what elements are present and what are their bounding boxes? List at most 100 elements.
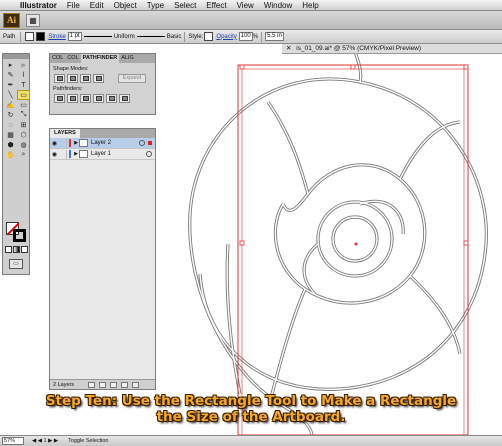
divide-button[interactable] bbox=[54, 94, 65, 103]
target-circle-icon[interactable] bbox=[146, 151, 152, 157]
tab-layers[interactable]: LAYERS bbox=[50, 129, 80, 138]
color-button[interactable] bbox=[5, 246, 12, 253]
brush-definition-label[interactable]: Basic bbox=[167, 34, 182, 40]
stroke-weight-field[interactable]: 1 pt bbox=[67, 32, 82, 41]
intersect-button[interactable] bbox=[80, 74, 91, 83]
rotate-tool-icon[interactable]: ↻ bbox=[4, 110, 17, 120]
eraser-tool-icon[interactable]: ▭ bbox=[17, 100, 30, 110]
new-sublayer-icon[interactable] bbox=[110, 381, 118, 388]
center-point bbox=[354, 242, 358, 246]
rectangle-tool-icon[interactable]: ▭ bbox=[17, 90, 30, 100]
variable-width-profile-label[interactable]: Uniform bbox=[114, 34, 135, 40]
merge-button[interactable] bbox=[80, 94, 91, 103]
pen-tool-icon[interactable]: ✒ bbox=[4, 80, 17, 90]
opacity-panel-link[interactable]: Opacity bbox=[216, 34, 236, 40]
expand-button[interactable]: Expand bbox=[118, 74, 146, 83]
menu-help[interactable]: Help bbox=[302, 1, 318, 10]
close-tab-icon[interactable]: ✕ bbox=[286, 45, 291, 52]
pathfinders-row bbox=[54, 94, 155, 103]
selection-tool-icon[interactable]: ▸ bbox=[4, 60, 17, 70]
menu-window[interactable]: Window bbox=[264, 1, 292, 10]
status-text[interactable]: Toggle Selection bbox=[68, 438, 108, 444]
arrange-documents-button[interactable]: ▦ bbox=[26, 13, 40, 27]
mesh-tool-icon[interactable]: ▦ bbox=[4, 130, 17, 140]
hand-tool-icon[interactable]: ✋ bbox=[4, 150, 17, 160]
delete-layer-icon[interactable] bbox=[132, 381, 140, 388]
gradient-button[interactable] bbox=[13, 246, 20, 253]
opacity-field[interactable]: 100 bbox=[238, 32, 253, 41]
warp-tool-icon[interactable]: ◌ bbox=[4, 120, 17, 130]
screen-mode-button[interactable]: ▭ bbox=[9, 259, 23, 269]
new-layer-icon[interactable] bbox=[121, 381, 129, 388]
zoom-level-field[interactable]: 57% bbox=[2, 437, 24, 445]
paintbrush-tool-icon[interactable]: ✍ bbox=[4, 100, 17, 110]
lock-toggle[interactable] bbox=[59, 149, 67, 159]
artboard-navigation[interactable]: ◀ ◀ 1 ▶ ▶ bbox=[32, 438, 58, 444]
menu-view[interactable]: View bbox=[237, 1, 254, 10]
document-title: is_01_09.ai* @ 57% (CMYK/Pixel Preview) bbox=[296, 45, 421, 52]
layers-footer: 2 Layers bbox=[50, 379, 155, 389]
menu-file[interactable]: File bbox=[67, 1, 80, 10]
magic-wand-tool-icon[interactable]: ✎ bbox=[4, 70, 17, 80]
layer-row[interactable]: ◉ ▶ Layer 2 bbox=[50, 138, 155, 149]
width-field[interactable]: 5.5 in bbox=[265, 32, 284, 41]
tab-pathfinder[interactable]: PATHFINDER bbox=[80, 54, 120, 63]
zoom-tool-icon[interactable]: ⌕ bbox=[17, 150, 30, 160]
shell-outline bbox=[188, 43, 488, 436]
layer-row[interactable]: ◉ ▶ Layer 1 bbox=[50, 149, 155, 160]
menu-select[interactable]: Select bbox=[174, 1, 196, 10]
stroke-box[interactable] bbox=[13, 229, 26, 242]
unite-button[interactable] bbox=[54, 74, 65, 83]
lasso-tool-icon[interactable]: ⌇ bbox=[17, 70, 30, 80]
scale-tool-icon[interactable]: ⤡ bbox=[17, 110, 30, 120]
crop-button[interactable] bbox=[93, 94, 104, 103]
locate-object-icon[interactable] bbox=[88, 381, 96, 388]
artboard-number[interactable]: 1 bbox=[44, 438, 47, 444]
direct-selection-tool-icon[interactable]: ▹ bbox=[17, 60, 30, 70]
menu-type[interactable]: Type bbox=[147, 1, 164, 10]
shape-modes-row: Expand bbox=[54, 74, 155, 83]
free-transform-tool-icon[interactable]: ⊞ bbox=[17, 120, 30, 130]
stroke-panel-link[interactable]: Stroke bbox=[48, 34, 65, 40]
gradient-tool-icon[interactable]: ⬡ bbox=[17, 130, 30, 140]
outline-icon bbox=[108, 96, 115, 101]
minus-front-button[interactable] bbox=[67, 74, 78, 83]
graphic-style-swatch[interactable] bbox=[204, 32, 214, 41]
outline-button[interactable] bbox=[106, 94, 117, 103]
target-circle-icon[interactable] bbox=[139, 140, 145, 146]
tab-color[interactable]: COL bbox=[50, 54, 65, 63]
menu-app-name[interactable]: Illustrator bbox=[20, 1, 57, 10]
menu-edit[interactable]: Edit bbox=[90, 1, 104, 10]
visibility-eye-icon[interactable]: ◉ bbox=[50, 140, 59, 147]
stroke-swatch[interactable] bbox=[36, 32, 46, 41]
layer-name[interactable]: Layer 2 bbox=[91, 140, 139, 146]
none-button[interactable] bbox=[21, 246, 28, 253]
line-tool-icon[interactable]: ╲ bbox=[4, 90, 17, 100]
lock-toggle[interactable] bbox=[59, 138, 67, 148]
visibility-eye-icon[interactable]: ◉ bbox=[50, 151, 59, 158]
trim-button[interactable] bbox=[67, 94, 78, 103]
pathfinder-tabs: COL COL PATHFINDER ALIG bbox=[50, 54, 155, 63]
eyedropper-tool-icon[interactable]: ⬢ bbox=[4, 140, 17, 150]
menu-effect[interactable]: Effect bbox=[206, 1, 226, 10]
type-tool-icon[interactable]: T bbox=[17, 80, 30, 90]
fill-swatch[interactable] bbox=[25, 32, 35, 41]
document-tab[interactable]: ✕ is_01_09.ai* @ 57% (CMYK/Pixel Preview… bbox=[282, 44, 502, 54]
exclude-button[interactable] bbox=[93, 74, 104, 83]
layers-panel: LAYERS ◉ ▶ Layer 2 ◉ ▶ Layer 1 2 Layers bbox=[49, 128, 156, 390]
unite-icon bbox=[56, 76, 63, 81]
symbol-sprayer-tool-icon[interactable]: ◍ bbox=[17, 140, 30, 150]
minus-back-button[interactable] bbox=[119, 94, 130, 103]
tab-color-guide[interactable]: COL bbox=[65, 54, 80, 63]
tab-align[interactable]: ALIG bbox=[119, 54, 136, 63]
pathfinder-panel: COL COL PATHFINDER ALIG Shape Modes: Exp… bbox=[49, 53, 156, 115]
clipping-mask-icon[interactable] bbox=[99, 381, 107, 388]
tutorial-caption: Step Ten: Use the Rectangle Tool to Make… bbox=[0, 393, 502, 425]
selection-indicator[interactable] bbox=[148, 141, 152, 145]
menu-object[interactable]: Object bbox=[114, 1, 137, 10]
layer-count: 2 Layers bbox=[53, 381, 75, 388]
pathfinders-label: Pathfinders: bbox=[53, 86, 83, 92]
layer-name[interactable]: Layer 1 bbox=[91, 151, 146, 157]
fill-stroke-control[interactable] bbox=[6, 222, 28, 242]
intersect-icon bbox=[82, 76, 89, 81]
